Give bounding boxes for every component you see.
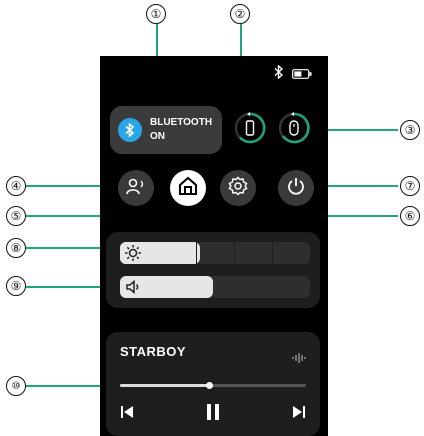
callout-9: ⑨ <box>6 276 26 296</box>
power-button[interactable] <box>278 170 314 206</box>
bluetooth-label: BLUETOOTH <box>150 117 213 128</box>
bluetooth-icon <box>118 118 142 142</box>
home-button[interactable] <box>170 170 206 206</box>
callout-8: ⑧ <box>6 238 26 258</box>
callout-6: ⑥ <box>400 206 420 226</box>
callout-4: ④ <box>6 176 26 196</box>
settings-button[interactable] <box>220 170 256 206</box>
earbuds-icon <box>126 177 146 199</box>
case-battery-ring[interactable] <box>234 112 266 144</box>
pause-icon[interactable] <box>206 404 220 424</box>
callout-2: ② <box>230 4 250 24</box>
sun-icon <box>124 244 142 262</box>
playback-progress[interactable] <box>120 382 306 389</box>
brightness-slider[interactable] <box>120 242 310 264</box>
earbud-battery-ring[interactable] <box>278 112 310 144</box>
bluetooth-state: ON <box>150 131 165 142</box>
sliders-panel <box>106 232 320 308</box>
music-player: STARBOY <box>106 332 320 436</box>
callout-5: ⑤ <box>6 206 26 226</box>
bluetooth-toggle[interactable]: BLUETOOTH ON <box>110 106 222 154</box>
callout-7: ⑦ <box>400 176 420 196</box>
previous-track-icon[interactable] <box>120 404 134 423</box>
waveform-icon <box>292 348 306 367</box>
home-icon <box>178 176 198 200</box>
status-bar <box>274 64 312 83</box>
gear-icon <box>228 176 248 200</box>
callout-1: ① <box>146 4 166 24</box>
control-center-screen: BLUETOOTH ON STARBOY <box>100 56 328 436</box>
song-title: STARBOY <box>120 344 187 359</box>
speaker-icon <box>124 278 142 296</box>
power-icon <box>286 176 306 200</box>
playback-scrubber[interactable] <box>206 382 214 389</box>
earbuds-button[interactable] <box>118 170 154 206</box>
playback-progress-fill <box>120 384 210 387</box>
volume-slider[interactable] <box>120 276 310 298</box>
bluetooth-status-icon <box>274 64 284 83</box>
callout-10: ⑩ <box>6 376 26 396</box>
callout-3: ③ <box>400 120 420 140</box>
battery-icon <box>292 64 312 83</box>
next-track-icon[interactable] <box>292 404 306 423</box>
